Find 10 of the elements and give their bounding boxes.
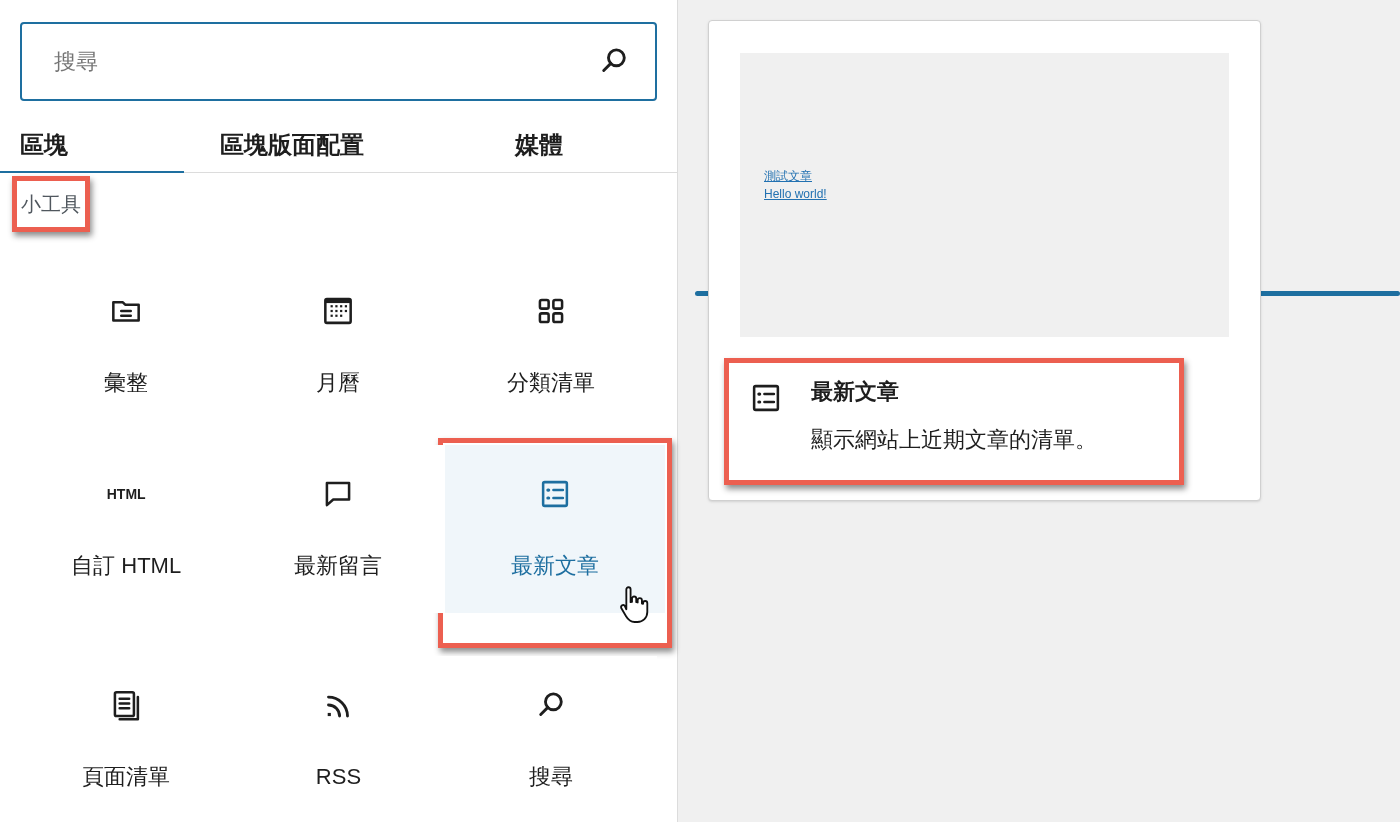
- search-field[interactable]: 搜尋: [20, 22, 657, 101]
- post-link[interactable]: Hello world!: [764, 185, 827, 203]
- block-description: 顯示網站上近期文章的清單。: [811, 426, 1097, 454]
- tab[interactable]: 媒體: [400, 127, 677, 173]
- tab[interactable]: 區塊版面配置: [184, 127, 400, 173]
- section-heading: 小工具: [21, 192, 81, 217]
- html-icon: HTML: [106, 475, 146, 513]
- tab[interactable]: 區塊: [0, 127, 184, 173]
- post-link[interactable]: 測試文章: [764, 167, 812, 185]
- block-title: 最新文章: [811, 378, 900, 406]
